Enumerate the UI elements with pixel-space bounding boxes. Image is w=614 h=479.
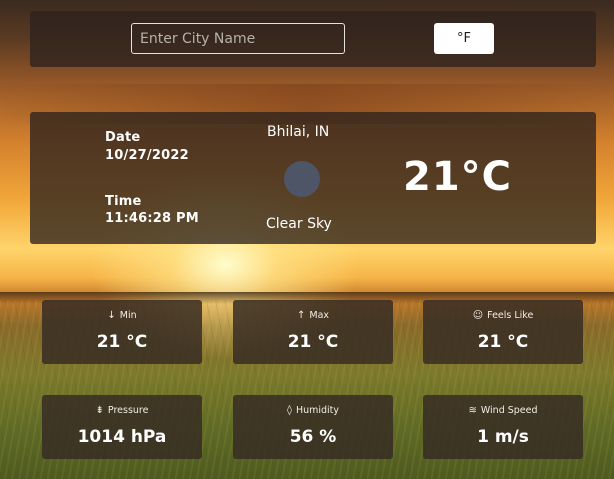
unit-toggle-button[interactable]: °F bbox=[434, 23, 494, 54]
stat-value: 56 % bbox=[289, 427, 337, 447]
wind-icon: ≋ bbox=[468, 405, 477, 416]
city-name: Bhilai, IN bbox=[267, 124, 330, 140]
stat-card-feels-like: ☺ Feels Like 21 °C bbox=[423, 300, 583, 364]
clear-sky-icon bbox=[284, 161, 320, 197]
stat-label: Humidity bbox=[295, 405, 340, 416]
current-temperature: 21°C bbox=[403, 154, 513, 200]
stat-value: 1 m/s bbox=[477, 427, 529, 447]
pressure-icon: ⇟ bbox=[95, 405, 104, 416]
stat-label: Feels Like bbox=[487, 310, 534, 321]
stat-label: Max bbox=[309, 310, 330, 321]
arrow-down-icon: ↓ bbox=[107, 310, 116, 321]
stat-card-min: ↓ Min 21 °C bbox=[42, 300, 202, 364]
stat-card-wind-speed: ≋ Wind Speed 1 m/s bbox=[423, 395, 583, 459]
droplet-icon: ◊ bbox=[286, 405, 292, 416]
city-search-input[interactable] bbox=[131, 23, 345, 54]
stat-card-humidity: ◊ Humidity 56 % bbox=[233, 395, 393, 459]
smile-icon: ☺ bbox=[472, 310, 484, 321]
stat-label: Wind Speed bbox=[480, 405, 538, 416]
weather-description: Clear Sky bbox=[266, 216, 332, 232]
stat-card-max: ↑ Max 21 °C bbox=[233, 300, 393, 364]
stat-value: 21 °C bbox=[96, 332, 148, 352]
stat-value: 21 °C bbox=[477, 332, 529, 352]
stat-value: 21 °C bbox=[287, 332, 339, 352]
time-value: 11:46:28 PM bbox=[105, 211, 199, 226]
arrow-up-icon: ↑ bbox=[296, 310, 306, 321]
date-value: 10/27/2022 bbox=[105, 148, 189, 163]
stat-value: 1014 hPa bbox=[77, 427, 167, 447]
time-label: Time bbox=[105, 194, 142, 209]
stat-card-pressure: ⇟ Pressure 1014 hPa bbox=[42, 395, 202, 459]
stat-label: Min bbox=[119, 310, 137, 321]
stat-label: Pressure bbox=[107, 405, 149, 416]
date-label: Date bbox=[105, 130, 141, 145]
